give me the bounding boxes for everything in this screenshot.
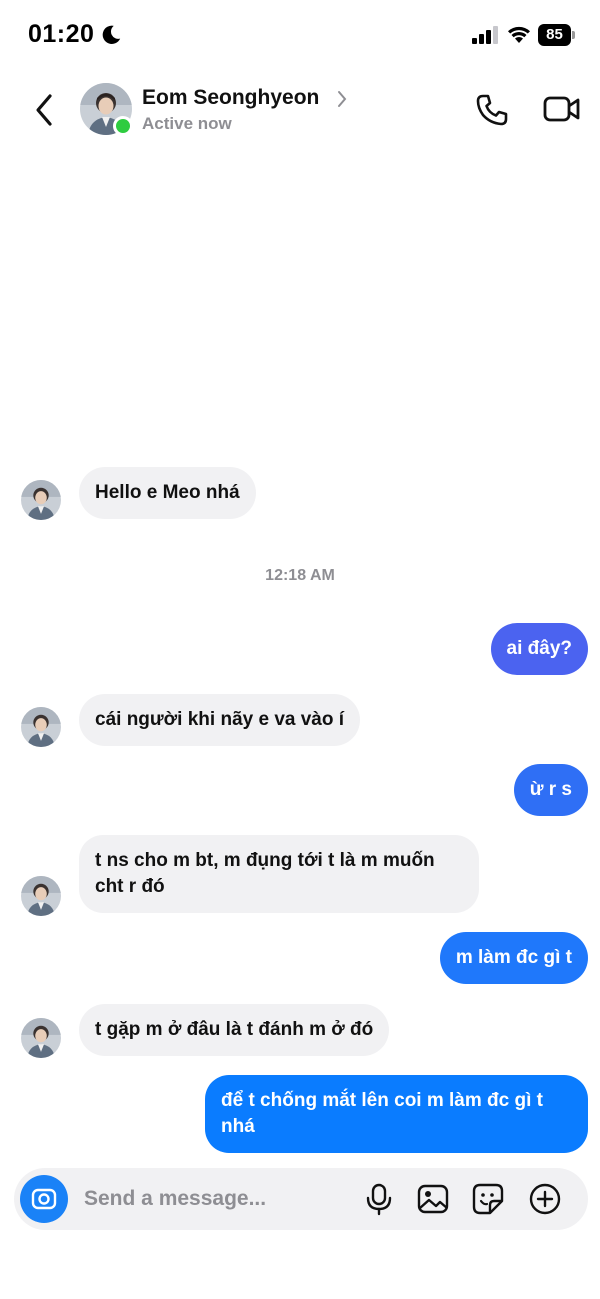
wifi-icon (508, 26, 530, 43)
chevron-right-icon[interactable] (336, 90, 348, 108)
phone-call-icon[interactable] (474, 92, 510, 128)
battery-level: 85 (538, 24, 571, 46)
message-bubble-incoming[interactable]: Hello e Meo nhá (79, 467, 256, 519)
sender-avatar[interactable] (21, 707, 61, 747)
avatar-photo (21, 480, 61, 520)
avatar-photo (21, 707, 61, 747)
sender-avatar[interactable] (21, 480, 61, 520)
gallery-icon[interactable] (416, 1182, 450, 1216)
message-composer (14, 1168, 588, 1230)
message-bubble-outgoing[interactable]: ừ r s (513, 764, 588, 816)
active-status: Active now (142, 114, 232, 133)
avatar-photo (21, 1018, 61, 1058)
message-timestamp: 12:18 AM (265, 567, 335, 584)
cellular-signal-icon (472, 26, 498, 44)
status-time: 01:20 (28, 20, 95, 48)
contact-name[interactable]: Eom Seonghyeon (142, 86, 319, 110)
message-bubble-incoming[interactable]: t gặp m ở đâu là t đánh m ở đó (79, 1004, 390, 1056)
message-bubble-outgoing[interactable]: ai đây? (490, 623, 588, 675)
message-bubble-incoming[interactable]: t ns cho m bt, m đụng tới t là m muốn ch… (79, 835, 479, 913)
microphone-icon[interactable] (362, 1182, 396, 1216)
avatar-photo (21, 876, 61, 916)
message-bubble-outgoing[interactable]: để t chống mắt lên coi m làm đc gì t nhá (205, 1075, 588, 1153)
message-bubble-outgoing[interactable]: m làm đc gì t (439, 932, 588, 984)
sender-avatar[interactable] (21, 1018, 61, 1058)
sender-avatar[interactable] (21, 876, 61, 916)
status-bar: 01:20 85 (0, 0, 600, 72)
battery-indicator: 85 (538, 24, 576, 46)
battery-tip (572, 31, 575, 39)
online-status-dot (113, 116, 133, 136)
chat-header: Eom Seonghyeon Active now (0, 72, 600, 152)
message-bubble-incoming[interactable]: cái người khi nãy e va vào í (79, 694, 361, 746)
back-chevron-icon[interactable] (28, 90, 60, 130)
video-call-icon[interactable] (543, 94, 581, 124)
moon-icon (102, 25, 121, 44)
camera-button[interactable] (20, 1175, 68, 1223)
message-input[interactable] (84, 1182, 344, 1216)
camera-icon (31, 1188, 57, 1210)
sticker-icon[interactable] (471, 1182, 505, 1216)
add-circle-icon[interactable] (528, 1182, 562, 1216)
